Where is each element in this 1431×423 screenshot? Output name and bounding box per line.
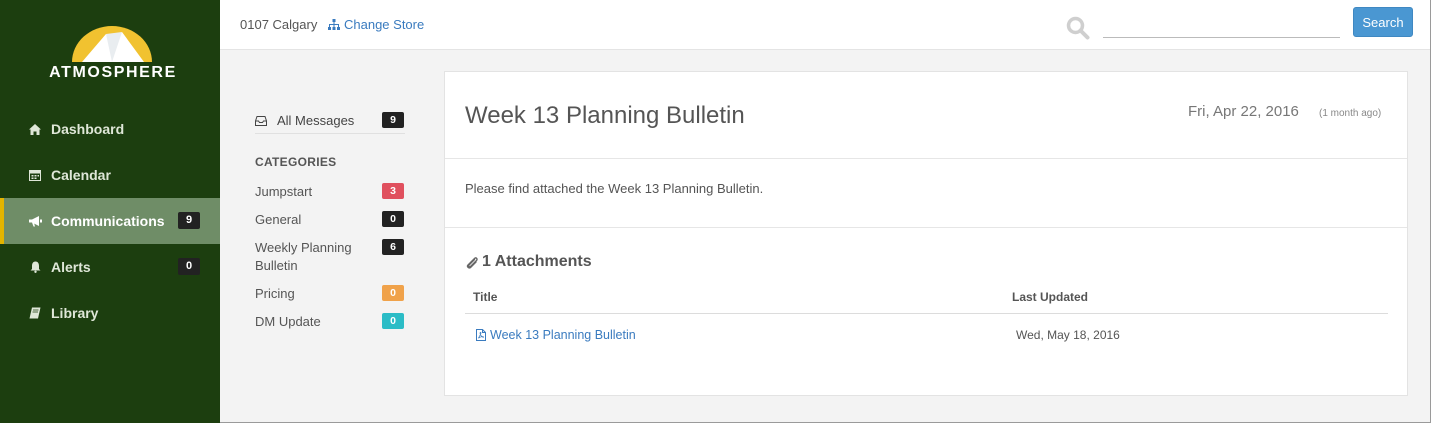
sidebar-item-library[interactable]: Library bbox=[0, 290, 220, 336]
sidebar-item-communications[interactable]: Communications 9 bbox=[0, 198, 220, 244]
brand-logo[interactable]: ATMOSPHERE bbox=[0, 18, 220, 88]
bell-icon bbox=[28, 261, 42, 273]
category-count-badge: 0 bbox=[382, 285, 404, 301]
category-item-general[interactable]: General 0 bbox=[255, 211, 405, 229]
category-count-badge: 6 bbox=[382, 239, 404, 255]
message-body: Please find attached the Week 13 Plannin… bbox=[465, 181, 764, 196]
category-item-jumpstart[interactable]: Jumpstart 3 bbox=[255, 183, 405, 201]
message-title: Week 13 Planning Bulletin bbox=[465, 102, 745, 129]
paperclip-icon bbox=[466, 256, 478, 269]
category-count-badge: 0 bbox=[382, 211, 404, 227]
category-item-dm-update[interactable]: DM Update 0 bbox=[255, 313, 405, 331]
sidebar-item-alerts[interactable]: Alerts 0 bbox=[0, 244, 220, 290]
search-button[interactable]: Search bbox=[1353, 7, 1413, 37]
attachment-link[interactable]: Week 13 Planning Bulletin bbox=[476, 328, 636, 342]
alerts-count-badge: 0 bbox=[178, 258, 200, 275]
unread-count-badge: 9 bbox=[178, 212, 200, 229]
attachment-title: Week 13 Planning Bulletin bbox=[490, 328, 636, 342]
attachment-updated-date: Wed, May 18, 2016 bbox=[1016, 328, 1120, 342]
category-label: General bbox=[255, 212, 302, 227]
categories-heading: CATEGORIES bbox=[255, 155, 337, 169]
sidebar-item-label: Calendar bbox=[51, 167, 111, 183]
sitemap-icon bbox=[328, 19, 340, 30]
sidebar-item-label: Dashboard bbox=[51, 121, 125, 137]
all-messages-count-badge: 9 bbox=[382, 112, 404, 128]
brand-name: ATMOSPHERE bbox=[49, 64, 177, 81]
category-label: Weekly Planning Bulletin bbox=[255, 240, 352, 273]
pdf-file-icon bbox=[476, 329, 486, 341]
column-header-last-updated: Last Updated bbox=[1012, 290, 1089, 304]
attachments-heading-label: 1 Attachments bbox=[482, 253, 592, 270]
sidebar-item-dashboard[interactable]: Dashboard bbox=[0, 106, 220, 152]
change-store-label: Change Store bbox=[344, 17, 425, 32]
divider bbox=[445, 227, 1407, 228]
sidebar-item-calendar[interactable]: Calendar bbox=[0, 152, 220, 198]
sidebar-item-label: Library bbox=[51, 305, 99, 321]
category-count-badge: 0 bbox=[382, 313, 404, 329]
current-store: 0107 Calgary bbox=[240, 17, 318, 32]
category-item-pricing[interactable]: Pricing 0 bbox=[255, 285, 405, 303]
top-header: 0107 Calgary Change Store Search bbox=[220, 0, 1430, 50]
megaphone-icon bbox=[28, 215, 42, 227]
column-header-title: Title bbox=[473, 290, 498, 304]
table-header-divider bbox=[465, 313, 1388, 314]
home-icon bbox=[28, 123, 42, 135]
calendar-icon bbox=[28, 169, 42, 181]
search-input[interactable] bbox=[1103, 14, 1340, 38]
sidebar-item-label: Communications bbox=[51, 213, 165, 229]
message-card: Week 13 Planning Bulletin Fri, Apr 22, 2… bbox=[444, 71, 1408, 396]
message-relative-time: (1 month ago) bbox=[1319, 108, 1382, 119]
change-store-link[interactable]: Change Store bbox=[328, 17, 424, 32]
search-icon[interactable] bbox=[1066, 16, 1090, 45]
sidebar: ATMOSPHERE Dashboard Calendar Communicat… bbox=[0, 0, 220, 423]
book-icon bbox=[28, 307, 42, 319]
category-label: DM Update bbox=[255, 314, 321, 329]
category-count-badge: 3 bbox=[382, 183, 404, 199]
all-messages-item[interactable]: All Messages 9 bbox=[255, 112, 405, 134]
mountain-logo-icon bbox=[68, 26, 156, 65]
attachments-heading: 1 Attachments bbox=[465, 253, 592, 271]
sidebar-item-label: Alerts bbox=[51, 259, 91, 275]
inbox-icon bbox=[255, 114, 267, 129]
divider bbox=[445, 158, 1407, 159]
category-item-weekly-planning-bulletin[interactable]: Weekly Planning Bulletin 6 bbox=[255, 239, 405, 275]
category-label: Jumpstart bbox=[255, 184, 313, 199]
message-date: Fri, Apr 22, 2016 bbox=[1188, 103, 1299, 120]
all-messages-label: All Messages bbox=[277, 113, 355, 128]
category-label: Pricing bbox=[255, 286, 295, 301]
